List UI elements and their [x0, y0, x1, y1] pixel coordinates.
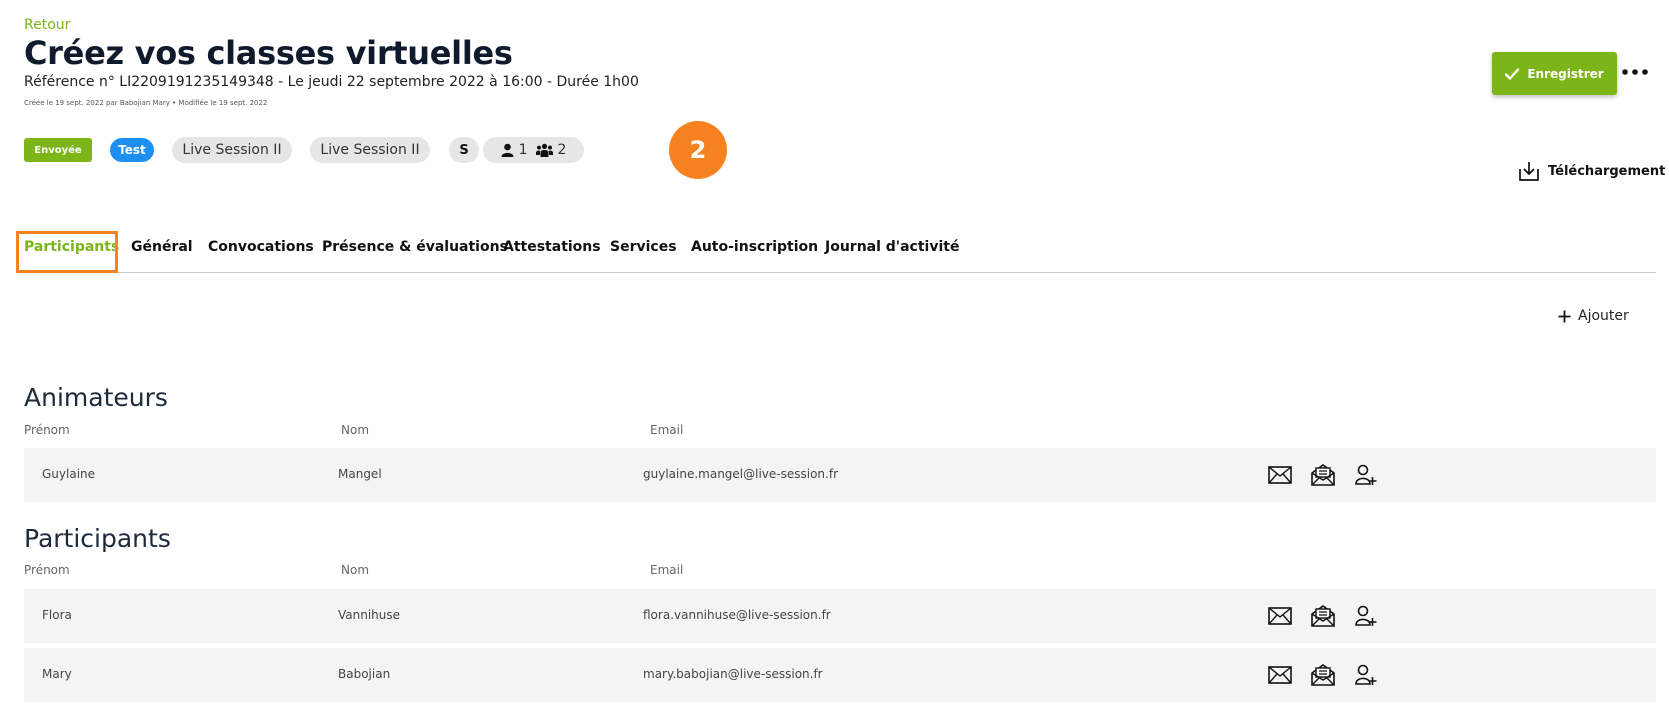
open-mail-icon — [1311, 664, 1335, 686]
plus-icon — [1558, 310, 1571, 322]
send-convocation-button[interactable] — [1310, 462, 1336, 488]
tab-presence-evaluations[interactable]: Présence & évaluations — [322, 239, 508, 255]
tab-services[interactable]: Services — [610, 239, 677, 255]
tab-convocations[interactable]: Convocations — [208, 239, 314, 255]
tab-auto-inscription[interactable]: Auto-inscription — [691, 239, 818, 255]
tab-label: Participants — [24, 239, 120, 255]
attendee-counts: 1 2 — [483, 137, 584, 163]
column-header-last-name: Nom — [341, 563, 370, 577]
add-user-icon — [1355, 664, 1377, 685]
last-name-cell: Babojian — [338, 667, 391, 681]
first-name-cell: Guylaine — [42, 467, 96, 481]
save-label: Enregistrer — [1527, 66, 1604, 81]
send-convocation-button[interactable] — [1310, 603, 1336, 629]
tab-participants[interactable]: Participants — [16, 231, 120, 273]
send-convocation-button[interactable] — [1310, 662, 1336, 688]
animators-count: 1 — [501, 142, 528, 158]
email-cell: guylaine.mangel@live-session.fr — [643, 467, 839, 481]
column-header-first-name: Prénom — [24, 563, 70, 577]
tab-bar: Participants Général Convocations Présen… — [16, 230, 1656, 273]
status-badge: Envoyée — [24, 138, 92, 162]
animators-section-title: Animateurs — [24, 383, 168, 412]
add-user-button[interactable] — [1353, 662, 1379, 688]
last-name-cell: Vannihuse — [338, 608, 401, 622]
creation-info: Créée le 19 sept. 2022 par Babojian Mary… — [24, 99, 268, 107]
mail-icon — [1268, 666, 1292, 684]
last-name-cell: Mangel — [338, 467, 382, 481]
add-user-icon — [1355, 464, 1377, 485]
send-email-button[interactable] — [1267, 662, 1293, 688]
tab-general[interactable]: Général — [131, 239, 193, 255]
add-user-button[interactable] — [1353, 603, 1379, 629]
test-badge: Test — [110, 138, 154, 162]
add-user-button[interactable] — [1353, 462, 1379, 488]
send-email-button[interactable] — [1267, 603, 1293, 629]
open-mail-icon — [1311, 605, 1335, 627]
column-header-email: Email — [650, 563, 684, 577]
column-header-first-name: Prénom — [24, 423, 70, 437]
download-button[interactable]: Téléchargement — [1518, 160, 1665, 182]
person-icon — [501, 143, 514, 157]
open-mail-icon — [1311, 464, 1335, 486]
participants-count: 2 — [535, 142, 567, 158]
animators-count-value: 1 — [518, 142, 528, 158]
participants-section-title: Participants — [24, 524, 171, 553]
participant-row: Mary Babojian mary.babojian@live-session… — [24, 648, 1656, 702]
step-marker: 2 — [669, 121, 727, 179]
column-header-last-name: Nom — [341, 423, 370, 437]
download-label: Téléchargement — [1548, 163, 1666, 179]
download-icon — [1519, 162, 1539, 181]
tab-attestations[interactable]: Attestations — [503, 239, 601, 255]
participant-row: Flora Vannihuse flora.vannihuse@live-ses… — [24, 589, 1656, 643]
page-title: Créez vos classes virtuelles — [24, 34, 513, 72]
animator-row: Guylaine Mangel guylaine.mangel@live-ses… — [24, 448, 1656, 502]
session-reference: Référence n° LI220919123514934​8 - Le je… — [24, 74, 639, 90]
email-cell: flora.vannihuse@live-session.fr — [643, 608, 831, 622]
group-icon — [535, 143, 553, 157]
add-button[interactable]: Ajouter — [1558, 308, 1629, 324]
first-name-cell: Flora — [42, 608, 72, 622]
more-options-button[interactable] — [1620, 60, 1650, 84]
room-badge: Live Session II — [310, 137, 430, 163]
add-label: Ajouter — [1578, 308, 1629, 324]
first-name-cell: Mary — [42, 667, 72, 681]
email-cell: mary.babojian@live-session.fr — [643, 667, 823, 681]
check-icon — [1505, 67, 1520, 80]
back-link[interactable]: Retour — [24, 17, 70, 33]
send-email-button[interactable] — [1267, 462, 1293, 488]
mail-icon — [1268, 466, 1292, 484]
participants-count-value: 2 — [557, 142, 567, 158]
more-icon — [1622, 69, 1648, 75]
save-button[interactable]: Enregistrer — [1492, 52, 1617, 95]
tab-journal[interactable]: Journal d'activité — [825, 239, 959, 255]
column-header-email: Email — [650, 423, 684, 437]
add-user-icon — [1355, 605, 1377, 626]
mail-icon — [1268, 607, 1292, 625]
room-badge: Live Session II — [172, 137, 292, 163]
initial-badge: S — [449, 137, 479, 163]
